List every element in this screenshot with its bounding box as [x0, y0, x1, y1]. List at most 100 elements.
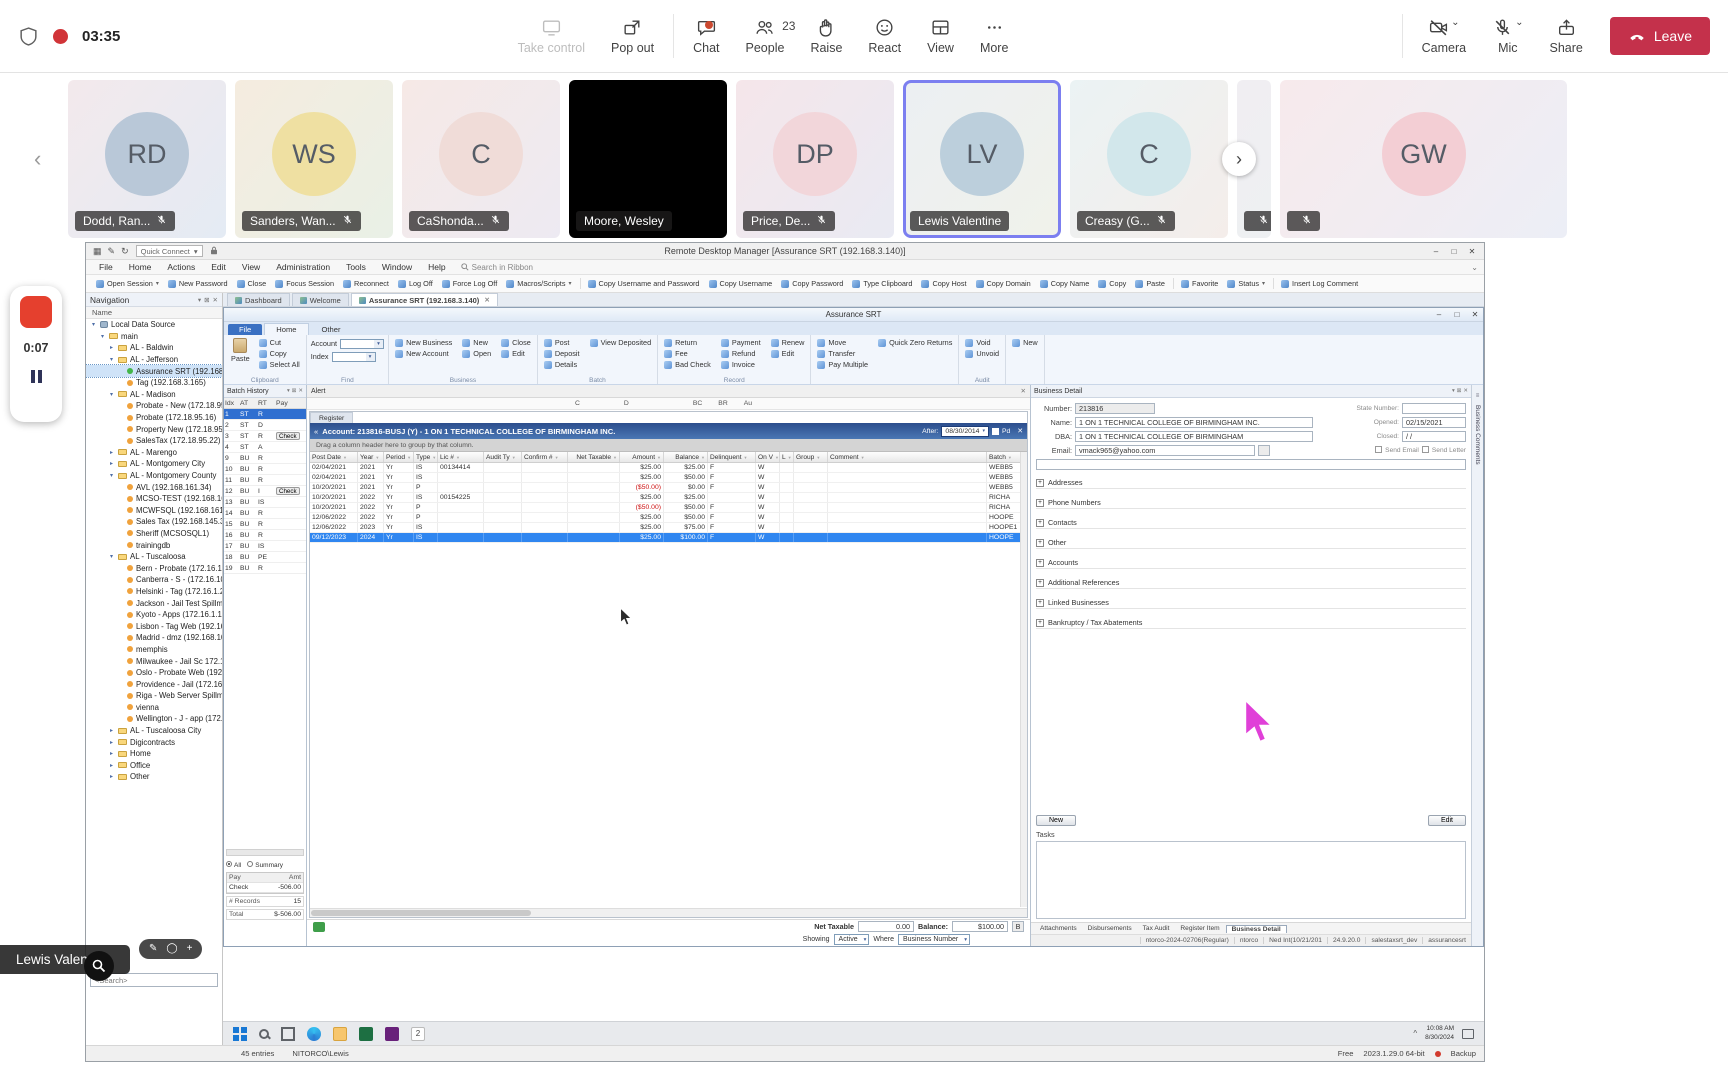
rdm-menu-item[interactable]: Actions — [160, 261, 202, 273]
register-column-header[interactable]: Year — [358, 452, 384, 462]
batch-history-scrollbar[interactable] — [226, 849, 304, 856]
notes-field[interactable] — [1036, 458, 1466, 470]
register-vertical-scrollbar[interactable] — [1020, 452, 1027, 907]
nav-dock-icon[interactable]: ⊠ — [204, 296, 209, 304]
check-button[interactable]: Check — [276, 487, 300, 495]
nav-tree-item[interactable]: vienna — [86, 702, 222, 714]
alert-close-icon[interactable]: ✕ — [1021, 387, 1026, 395]
batch-history-row[interactable]: 11 BU R — [224, 475, 306, 486]
expand-section-icon[interactable]: + — [1036, 598, 1044, 607]
ribbon-command[interactable]: Post — [542, 337, 582, 348]
bottom-tab[interactable]: Register Item — [1175, 925, 1224, 932]
rdm-toolbar-button[interactable]: Copy Username and Password ▾ — [579, 278, 704, 289]
nav-tree-item[interactable]: MCSO-TEST (192.168.161.102) — [86, 493, 222, 505]
rdm-menu-item[interactable]: Tools — [339, 261, 373, 273]
file-explorer-icon[interactable] — [333, 1026, 347, 1041]
nav-tree-item[interactable]: Probate - New (172.18.95.14) — [86, 400, 222, 412]
showing-dropdown[interactable]: Active ▾ — [833, 934, 870, 945]
nav-tree-item[interactable]: ▸ AL - Marengo — [86, 447, 222, 459]
rdm-toolbar-button[interactable]: Type Clipboard ▾ — [848, 278, 916, 289]
tree-expander-icon[interactable]: ▾ — [108, 356, 115, 363]
take-control-button[interactable]: Take control — [505, 17, 598, 55]
nav-tree-item[interactable]: ▾ AL - Jefferson — [86, 354, 222, 366]
quick-connect-combo[interactable]: Quick Connect ▾ — [135, 245, 203, 257]
register-column-header[interactable]: Comment — [828, 452, 987, 462]
edit-icon[interactable]: ✎ — [105, 246, 119, 257]
tray-expand-icon[interactable]: ^ — [1413, 1029, 1417, 1038]
filter-all-radio[interactable]: All — [226, 860, 241, 869]
nav-tree-item[interactable]: ▸ AL - Tuscaloosa City — [86, 725, 222, 737]
register-row[interactable]: 10/20/2021 2021 Yr P ($50.00) $0.00 F W WEBB5 — [310, 483, 1027, 493]
nav-tree-item[interactable]: ▾ AL - Tuscaloosa — [86, 551, 222, 563]
rdm-menu-item[interactable]: Edit — [204, 261, 233, 273]
dba-field[interactable]: 1 ON 1 TECHNICAL COLLEGE OF BIRMINGHAM — [1075, 430, 1313, 442]
rdm-maximize-button[interactable]: □ — [1446, 245, 1462, 258]
register-column-header[interactable]: Audit Ty — [484, 452, 522, 462]
ribbon-command[interactable]: Close — [499, 337, 533, 348]
closed-date-field[interactable]: / / — [1402, 430, 1466, 442]
ribbon-command[interactable]: Select All — [257, 359, 302, 370]
nav-tree-item[interactable]: Madrid - dmz (192.168.100.35) — [86, 632, 222, 644]
green-app-icon[interactable] — [359, 1026, 373, 1041]
camera-button[interactable]: ⌄ Camera — [1409, 17, 1479, 55]
scroll-participants-left-button[interactable]: ‹ — [34, 146, 41, 172]
nav-tree-item[interactable]: Helsinki - Tag (172.16.1.29) — [86, 586, 222, 598]
batch-history-row[interactable]: 16 BU R — [224, 530, 306, 541]
nav-tree-item[interactable]: ▸ Home — [86, 748, 222, 760]
rdm-toolbar-button[interactable]: Copy Name ▾ — [1036, 278, 1094, 289]
register-row[interactable]: 10/20/2021 2022 Yr P ($50.00) $50.00 F W RICHA — [310, 503, 1027, 513]
account-header-bar[interactable]: « Account: 213816-BUSJ (Y) - 1 ON 1 TECH… — [310, 423, 1027, 439]
business-detail-section[interactable]: + Bankruptcy / Tax Abatements — [1036, 617, 1466, 629]
mic-chevron-icon[interactable]: ⌄ — [1515, 17, 1523, 28]
srt-maximize-button[interactable]: □ — [1449, 308, 1465, 321]
ribbon-command[interactable]: Refund — [719, 348, 763, 359]
grid-icon[interactable]: ▦ — [90, 246, 105, 257]
nav-tree-item[interactable]: Canberra - S - (172.16.10.31) — [86, 574, 222, 586]
srt-titlebar[interactable]: Assurance SRT – □ ✕ — [224, 308, 1483, 322]
tree-expander-icon[interactable]: ▾ — [108, 553, 115, 560]
register-column-header[interactable]: Delinquent — [708, 452, 756, 462]
nav-column-header[interactable]: Name — [86, 307, 222, 319]
ribbon-command[interactable]: Invoice — [719, 359, 763, 370]
annotation-tool-icon[interactable]: ✎ — [149, 944, 157, 954]
nav-tree-item[interactable]: Wellington - J - app (172.16.0... — [86, 713, 222, 725]
participant-tile[interactable]: DP Price, De... — [736, 80, 894, 238]
check-button[interactable]: Check — [276, 432, 300, 440]
ribbon-command[interactable]: New — [460, 337, 493, 348]
register-column-header[interactable]: Post Date — [310, 452, 358, 462]
tree-expander-icon[interactable]: ▾ — [90, 321, 97, 328]
new-business-detail-button[interactable]: New — [1036, 815, 1077, 826]
tasks-area[interactable] — [1036, 841, 1466, 919]
people-button[interactable]: 23 People — [733, 17, 798, 55]
srt-close-button[interactable]: ✕ — [1467, 308, 1483, 321]
participant-tile[interactable]: C CaShonda... — [402, 80, 560, 238]
edge-browser-icon[interactable] — [307, 1026, 321, 1041]
rdm-toolbar-button[interactable]: Log Off ▾ — [394, 278, 437, 289]
rdm-toolbar-button[interactable]: Focus Session ▾ — [271, 278, 338, 289]
rdm-menu-item[interactable]: File — [92, 261, 120, 273]
tree-expander-icon[interactable]: ▸ — [108, 344, 115, 351]
ribbon-collapse-icon[interactable]: ⌄ — [1471, 263, 1478, 272]
rdm-titlebar[interactable]: Remote Desktop Manager [Assurance SRT (1… — [86, 243, 1484, 260]
batch-history-row[interactable]: 4 ST A — [224, 442, 306, 453]
tree-expander-icon[interactable]: ▸ — [108, 460, 115, 467]
nav-tree-item[interactable]: ▾ main — [86, 331, 222, 343]
nav-tree-item[interactable]: ▸ Other — [86, 771, 222, 783]
nav-tree-item[interactable]: ▸ AL - Baldwin — [86, 342, 222, 354]
task-view-icon[interactable] — [281, 1026, 295, 1041]
tree-expander-icon[interactable]: ▸ — [108, 773, 115, 780]
annotation-tool-icon[interactable]: + — [187, 944, 193, 954]
taskbar-clock[interactable]: 10:08 AM 8/30/2024 — [1425, 1025, 1454, 1042]
tree-expander-icon[interactable]: ▸ — [108, 449, 115, 456]
tree-expander-icon[interactable]: ▾ — [108, 472, 115, 479]
ribbon-command[interactable]: Edit — [769, 348, 807, 359]
register-column-header[interactable]: Group — [794, 452, 828, 462]
tree-expander-icon[interactable]: ▾ — [108, 391, 115, 398]
business-name-field[interactable]: 1 ON 1 TECHNICAL COLLEGE OF BIRMINGHAM I… — [1075, 416, 1313, 428]
batch-history-row[interactable]: 12 BU I Check — [224, 486, 306, 497]
register-column-header[interactable]: Type — [414, 452, 438, 462]
ribbon-command[interactable]: Unvoid — [963, 348, 1001, 359]
participant-tile[interactable]: GW — [1280, 80, 1567, 238]
ribbon-command[interactable]: Payment — [719, 337, 763, 348]
filter-summary-radio[interactable]: Summary — [247, 860, 283, 869]
